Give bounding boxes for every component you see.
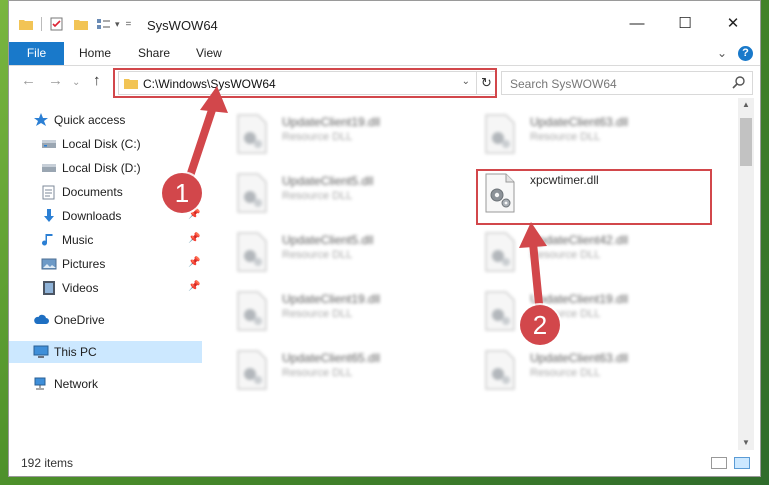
arrowhead-1 [200, 86, 228, 113]
arrow-1 [186, 100, 218, 180]
step-1-badge: 1 [162, 173, 202, 213]
annotation-arrows [186, 86, 547, 308]
step-2-badge: 2 [520, 305, 560, 345]
arrow-2 [529, 239, 543, 308]
arrowhead-2 [519, 222, 547, 248]
